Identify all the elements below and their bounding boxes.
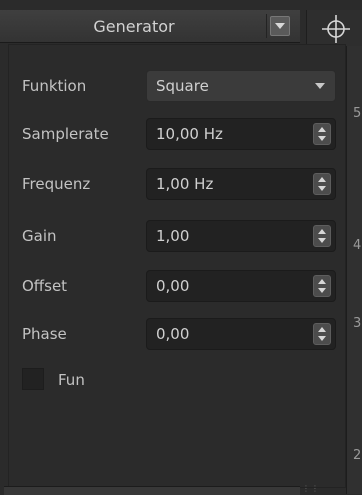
grip-icon[interactable]: ⋮⋮ <box>302 484 320 494</box>
gain-value: 1,00 <box>156 227 190 245</box>
samplerate-spinbox[interactable]: 10,00 Hz <box>146 118 336 150</box>
increment-icon <box>318 279 326 284</box>
decrement-icon <box>318 288 326 293</box>
frequenz-row: Frequenz 1,00 Hz <box>8 166 338 202</box>
decrement-icon <box>318 186 326 191</box>
offset-stepper[interactable] <box>313 275 331 297</box>
samplerate-value: 10,00 Hz <box>156 125 223 143</box>
generator-titlebar: Generator <box>0 10 300 43</box>
decrement-icon <box>318 238 326 243</box>
increment-icon <box>318 177 326 182</box>
increment-icon <box>318 229 326 234</box>
fun-checkbox[interactable] <box>22 368 44 390</box>
phase-stepper[interactable] <box>313 323 331 345</box>
funktion-value: Square <box>156 77 209 95</box>
phase-spinbox[interactable]: 0,00 <box>146 318 336 350</box>
dropdown-arrow-icon <box>315 83 325 89</box>
phase-row: Phase 0,00 <box>8 316 338 352</box>
gain-label: Gain <box>22 227 57 245</box>
decrement-icon <box>318 336 326 341</box>
offset-value: 0,00 <box>156 277 190 295</box>
panel-menu-button[interactable] <box>270 16 290 36</box>
panel-title: Generator <box>93 16 175 36</box>
crosshair-button[interactable] <box>320 14 352 44</box>
gain-spinbox[interactable]: 1,00 <box>146 220 336 252</box>
frequenz-spinbox[interactable]: 1,00 Hz <box>146 168 336 200</box>
gain-row: Gain 1,00 <box>8 218 338 254</box>
increment-icon <box>318 327 326 332</box>
phase-label: Phase <box>22 325 67 343</box>
funktion-select[interactable]: Square <box>146 70 336 102</box>
gain-stepper[interactable] <box>313 225 331 247</box>
chevron-down-icon <box>275 23 285 29</box>
crosshair-icon <box>322 15 350 43</box>
generator-panel <box>8 44 346 488</box>
funktion-label: Funktion <box>22 77 87 95</box>
frequenz-label: Frequenz <box>22 175 91 193</box>
axis-tick: 4 <box>353 238 362 253</box>
samplerate-row: Samplerate 10,00 Hz <box>8 116 338 152</box>
offset-label: Offset <box>22 277 68 295</box>
frequenz-stepper[interactable] <box>313 173 331 195</box>
frequenz-value: 1,00 Hz <box>156 175 214 193</box>
samplerate-stepper[interactable] <box>313 123 331 145</box>
axis-tick: 3 <box>353 316 362 331</box>
fun-checkbox-label: Fun <box>58 371 85 389</box>
funktion-row: Funktion Square <box>8 68 338 104</box>
axis-tick: 2 <box>353 448 362 463</box>
phase-value: 0,00 <box>156 325 190 343</box>
title-divider <box>266 14 267 38</box>
offset-spinbox[interactable]: 0,00 <box>146 270 336 302</box>
offset-row: Offset 0,00 <box>8 268 338 304</box>
axis-tick: 5 <box>353 106 362 121</box>
decrement-icon <box>318 136 326 141</box>
increment-icon <box>318 127 326 132</box>
samplerate-label: Samplerate <box>22 125 109 143</box>
